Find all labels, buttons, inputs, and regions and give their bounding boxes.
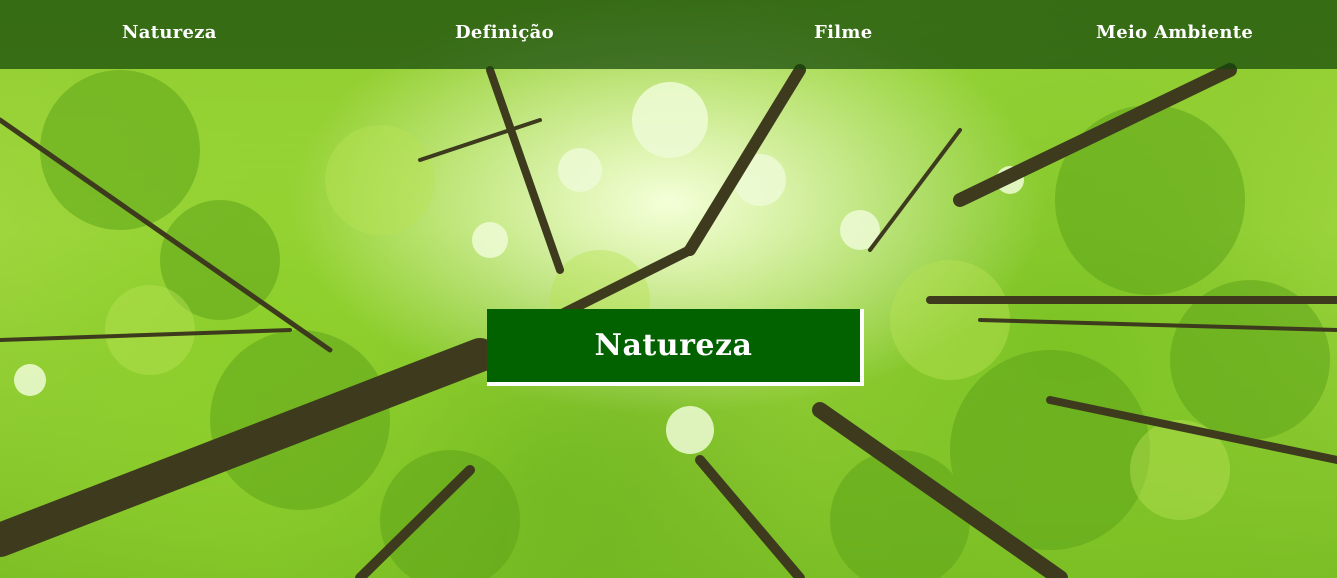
forest-canopy-illustration [0,63,1337,578]
nav-item-definicao[interactable]: Definição [455,22,554,43]
forest-canopy-background-image [0,0,1337,578]
top-navbar: Natureza Definição Filme Meio Ambiente [0,0,1337,69]
nav-item-filme[interactable]: Filme [814,22,872,43]
nav-item-natureza[interactable]: Natureza [122,22,217,43]
nav-item-meio-ambiente[interactable]: Meio Ambiente [1096,22,1253,43]
hero-title: Natureza [594,328,753,363]
hero-title-box: Natureza [487,309,864,386]
